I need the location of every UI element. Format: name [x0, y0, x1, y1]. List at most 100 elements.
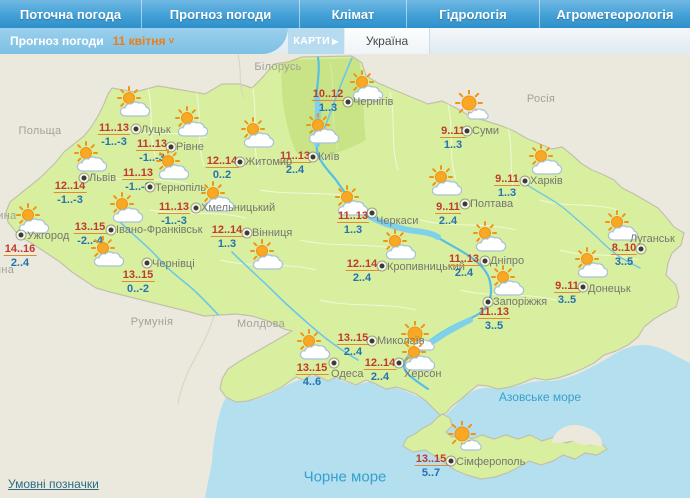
day-temp: 11..13: [158, 201, 190, 214]
city-name[interactable]: Житомир: [245, 156, 292, 168]
city-name[interactable]: Львів: [89, 172, 116, 184]
city-dot[interactable]: [169, 145, 174, 150]
city-name[interactable]: Чернігів: [353, 96, 393, 108]
night-temp: 4..6: [296, 375, 329, 388]
temperature-label: 13..150..-2: [122, 269, 155, 295]
city-dot[interactable]: [194, 206, 199, 211]
city-name[interactable]: Херсон: [404, 368, 441, 380]
country-label: Польща: [19, 125, 62, 137]
city-name[interactable]: Полтава: [470, 198, 513, 210]
city-name[interactable]: Луцьк: [141, 124, 171, 136]
night-temp: -1..-3: [54, 193, 87, 206]
city-dot[interactable]: [346, 100, 351, 105]
temperature-label: 9..111..3: [494, 173, 520, 199]
city-dot[interactable]: [370, 339, 375, 344]
city-dot[interactable]: [380, 264, 385, 269]
city-dot[interactable]: [238, 160, 243, 165]
tab-ukraine[interactable]: Україна: [344, 28, 430, 54]
city-name[interactable]: Луганськ: [630, 233, 675, 245]
city-dot[interactable]: [465, 129, 470, 134]
nav-tab[interactable]: Прогноз погоди: [142, 0, 300, 28]
city-dot[interactable]: [370, 211, 375, 216]
night-temp: 2..4: [448, 266, 480, 279]
city-name[interactable]: Чернівці: [152, 258, 195, 270]
temperature-label: 13..15-2..-4: [74, 221, 107, 247]
temperature-label: 13..152..4: [337, 332, 370, 358]
city-dot[interactable]: [581, 285, 586, 290]
date-dropdown[interactable]: 11 квітня ˅: [113, 34, 175, 48]
country-label: Молдова: [237, 318, 285, 330]
day-temp: 10..12: [312, 88, 345, 101]
city-name[interactable]: Миколаїв: [377, 335, 425, 347]
temperature-label: 11..13-1..-3: [136, 138, 168, 164]
night-temp: 5..7: [415, 466, 448, 479]
city-dot[interactable]: [449, 459, 454, 464]
nav-tab[interactable]: Клімат: [300, 0, 407, 28]
city-dot[interactable]: [523, 179, 528, 184]
weather-app: Поточна погодаПрогноз погодиКліматГідрол…: [0, 0, 690, 498]
city-name[interactable]: Донецьк: [588, 283, 631, 295]
city-dot[interactable]: [311, 155, 316, 160]
city-dot[interactable]: [397, 361, 402, 366]
city-dot[interactable]: [463, 202, 468, 207]
city-name[interactable]: Сімферополь: [456, 456, 525, 468]
legend-link[interactable]: Умовні позначки: [8, 477, 99, 491]
night-temp: 1..3: [337, 223, 369, 236]
night-temp: 0..-2: [122, 282, 155, 295]
main-nav: Поточна погодаПрогноз погодиКліматГідрол…: [0, 0, 690, 28]
day-temp: 9..11: [494, 173, 520, 186]
city-dot[interactable]: [332, 361, 337, 366]
arrow-right-icon: ▶: [332, 37, 339, 46]
city-dot[interactable]: [134, 127, 139, 132]
nav-tab[interactable]: Поточна погода: [0, 0, 142, 28]
city-name[interactable]: Харків: [530, 175, 563, 187]
sea-label: Азовське море: [499, 390, 581, 404]
city-name[interactable]: Запоріжжя: [493, 296, 547, 308]
tab-maps[interactable]: КАРТИ ▶: [288, 28, 344, 54]
city-dot[interactable]: [483, 259, 488, 264]
country-label: Росія: [527, 93, 555, 105]
temperature-label: 12..14-1..-3: [54, 180, 87, 206]
city-dot[interactable]: [145, 261, 150, 266]
subnav: Прогноз погоди 11 квітня ˅ КАРТИ ▶ Украї…: [0, 28, 690, 54]
city-dot[interactable]: [486, 300, 491, 305]
nav-tab[interactable]: Гідрологія: [407, 0, 540, 28]
night-temp: 1..3: [440, 138, 466, 151]
city-name[interactable]: Дніпро: [490, 255, 524, 267]
country-label: Румунія: [131, 316, 173, 328]
city-dot[interactable]: [639, 247, 644, 252]
city-name[interactable]: Черкаси: [376, 215, 418, 227]
city-name[interactable]: Ужгород: [27, 230, 69, 242]
day-temp: 11..13: [448, 253, 480, 266]
city-name[interactable]: Вінниця: [252, 227, 292, 239]
city-dot[interactable]: [148, 185, 153, 190]
city-dot[interactable]: [19, 233, 24, 238]
night-temp: -1..-3: [136, 151, 168, 164]
nav-tab[interactable]: Агрометеорологія: [540, 0, 690, 28]
city-name[interactable]: Суми: [472, 125, 499, 137]
day-temp: 12..14: [54, 180, 87, 193]
country-label: Словаччина: [0, 210, 17, 222]
night-temp: -2..-4: [74, 234, 107, 247]
night-temp: 2..4: [364, 370, 397, 383]
city-name[interactable]: Тернопіль: [155, 182, 206, 194]
city-name[interactable]: Хмельницький: [201, 202, 275, 214]
temperature-label: 11..132..4: [448, 253, 480, 279]
city-name[interactable]: Рівне: [176, 141, 204, 153]
city-name[interactable]: Івано-Франківськ: [116, 224, 202, 236]
night-temp: 0..2: [206, 168, 239, 181]
forecast-section-label: Прогноз погоди: [10, 34, 104, 48]
city-name[interactable]: Одеса: [331, 368, 363, 380]
city-dot[interactable]: [82, 176, 87, 181]
temperature-label: 11..131..3: [337, 210, 369, 236]
city-dot[interactable]: [109, 228, 114, 233]
day-temp: 13..15: [122, 269, 155, 282]
temperature-label: 13..154..6: [296, 362, 329, 388]
temperature-label: 11..13-1..-3: [98, 122, 130, 148]
day-temp: 12..14: [364, 357, 397, 370]
city-dot[interactable]: [245, 231, 250, 236]
day-temp: 13..15: [296, 362, 329, 375]
city-name[interactable]: Київ: [318, 151, 339, 163]
temperature-label: 12..141..3: [211, 224, 244, 250]
forecast-section-tab[interactable]: Прогноз погоди 11 квітня ˅: [0, 28, 288, 54]
